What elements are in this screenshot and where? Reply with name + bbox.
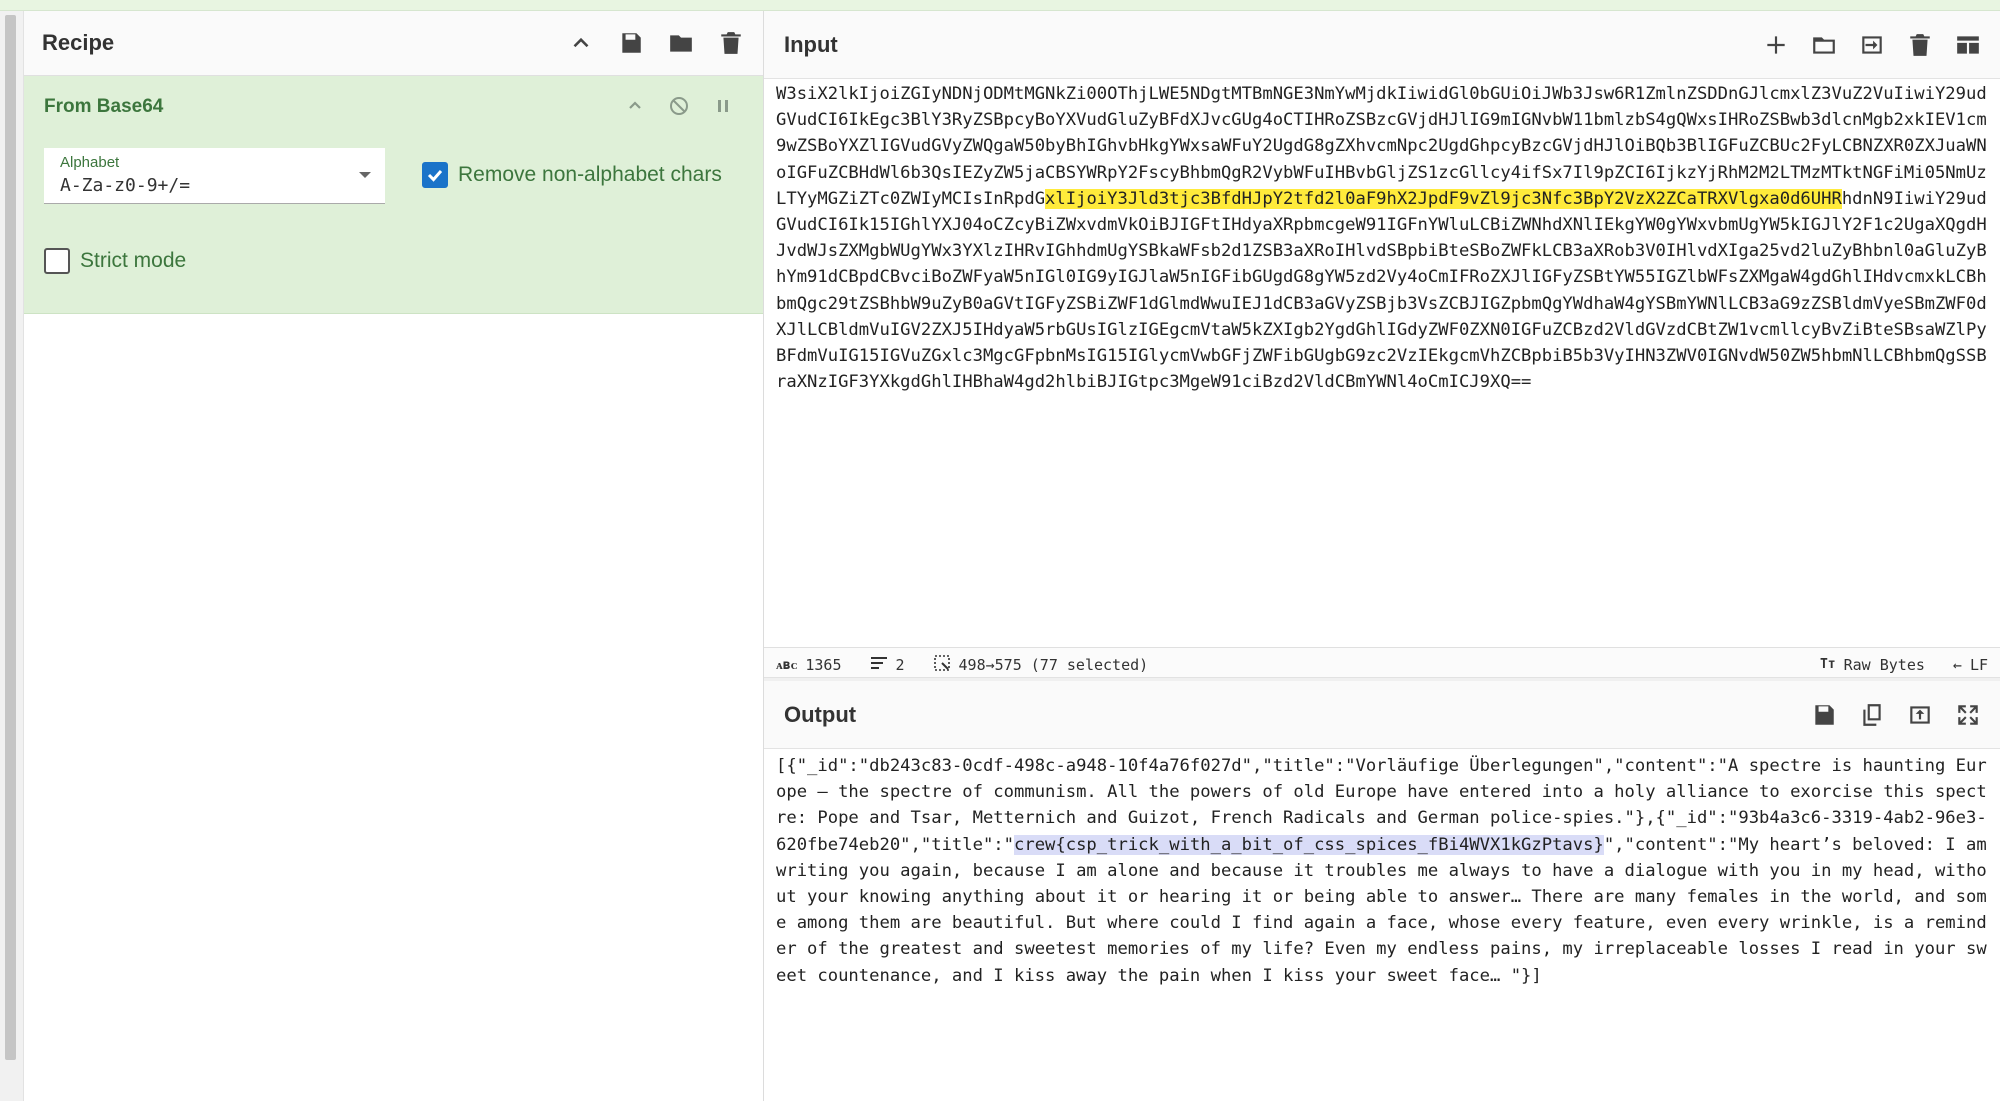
remove-nonalpha-checkbox[interactable] xyxy=(422,162,448,188)
eol-value: LF xyxy=(1969,655,1988,674)
selection-icon xyxy=(933,654,951,676)
output-panel: Output [{"_id":"db243c83-0cdf-498c-a948-… xyxy=(764,681,2000,1101)
pause-icon[interactable] xyxy=(711,94,735,123)
length-stat: ᴀʙᴄ 1365 xyxy=(776,656,842,674)
encoding-value: Raw Bytes xyxy=(1843,655,1925,674)
recipe-toolbar xyxy=(567,29,745,57)
chevron-up-icon[interactable] xyxy=(567,29,595,57)
input-toolbar xyxy=(1762,31,1982,59)
strict-mode-option[interactable]: Strict mode xyxy=(44,248,186,274)
input-status-bar: ᴀʙᴄ 1365 2 498→575 (77 selected) Tт Raw … xyxy=(764,647,2000,681)
alphabet-value: A-Za-z0-9+/= xyxy=(60,175,191,196)
operation-from-base64[interactable]: From Base64 Alphabet A-Za-z0-9+/= Remove… xyxy=(24,76,763,314)
lines-value: 2 xyxy=(895,655,905,674)
left-scrollbar[interactable] xyxy=(0,11,24,1101)
copy-icon[interactable] xyxy=(1858,701,1886,729)
lines-stat: 2 xyxy=(870,656,905,674)
lines-icon xyxy=(870,656,888,674)
remove-nonalpha-label: Remove non-alphabet chars xyxy=(458,163,722,186)
maximize-icon[interactable] xyxy=(1954,701,1982,729)
output-text-highlight: crew{csp_trick_with_a_bit_of_css_spices_… xyxy=(1014,834,1604,855)
eol-selector[interactable]: ← LF xyxy=(1953,656,1988,674)
recipe-panel: Recipe From Base64 Alphabet A-Za-z0-9+/=… xyxy=(24,11,764,1101)
output-toolbar xyxy=(1810,701,1982,729)
save-icon[interactable] xyxy=(1810,701,1838,729)
trash-icon[interactable] xyxy=(717,29,745,57)
folder-icon[interactable] xyxy=(667,29,695,57)
recipe-header: Recipe xyxy=(24,11,763,76)
return-arrow-icon: ← xyxy=(1952,655,1962,674)
save-icon[interactable] xyxy=(617,29,645,57)
output-text-after: ","content":"My heart’s beloved: I am wr… xyxy=(776,834,1987,986)
layout-icon[interactable] xyxy=(1954,31,1982,59)
plus-icon[interactable] xyxy=(1762,31,1790,59)
remove-nonalpha-option[interactable]: Remove non-alphabet chars xyxy=(422,162,722,188)
operation-title: From Base64 xyxy=(44,96,164,117)
selection-value: 498→575 (77 selected) xyxy=(958,655,1149,674)
encoding-selector[interactable]: Tт Raw Bytes xyxy=(1820,656,1925,674)
disable-icon[interactable] xyxy=(667,94,691,123)
import-file-icon[interactable] xyxy=(1858,31,1886,59)
dropdown-caret-icon xyxy=(359,172,371,178)
strict-mode-label: Strict mode xyxy=(80,249,187,272)
input-text-highlight: xlIjoiY3Jld3tjc3BfdHJpY2tfd2l0aF9hX2JpdF… xyxy=(1045,188,1842,209)
input-text-after: hdnN9IiwiY29udGVudCI6Ik15IGhlYXJ04oCZcyB… xyxy=(776,188,1987,393)
recipe-title: Recipe xyxy=(42,30,115,55)
operation-controls xyxy=(623,94,735,123)
alphabet-select[interactable]: Alphabet A-Za-z0-9+/= xyxy=(44,148,385,204)
input-header: Input xyxy=(764,11,2000,79)
trash-icon[interactable] xyxy=(1906,31,1934,59)
input-panel: Input W3siX2lkIjoiZGIyNDNjODMtMGNkZi00OT… xyxy=(764,11,2000,681)
input-title: Input xyxy=(784,31,838,57)
replace-input-icon[interactable] xyxy=(1906,701,1934,729)
abc-icon: ᴀʙᴄ xyxy=(776,657,798,673)
collapse-icon[interactable] xyxy=(623,94,647,123)
status-right: Tт Raw Bytes ← LF xyxy=(1820,656,1988,674)
open-folder-icon[interactable] xyxy=(1810,31,1838,59)
output-header: Output xyxy=(764,681,2000,749)
text-size-icon: Tт xyxy=(1819,657,1836,672)
top-bar xyxy=(0,0,2000,11)
output-textarea[interactable]: [{"_id":"db243c83-0cdf-498c-a948-10f4a76… xyxy=(776,753,1988,1093)
strict-mode-checkbox[interactable] xyxy=(44,248,70,274)
scrollbar-thumb[interactable] xyxy=(5,15,16,1060)
selection-stat: 498→575 (77 selected) xyxy=(933,654,1149,676)
input-textarea[interactable]: W3siX2lkIjoiZGIyNDNjODMtMGNkZi00OThjLWE5… xyxy=(776,81,1988,641)
length-value: 1365 xyxy=(805,655,842,674)
output-title: Output xyxy=(784,701,857,727)
alphabet-label: Alphabet xyxy=(60,154,120,171)
